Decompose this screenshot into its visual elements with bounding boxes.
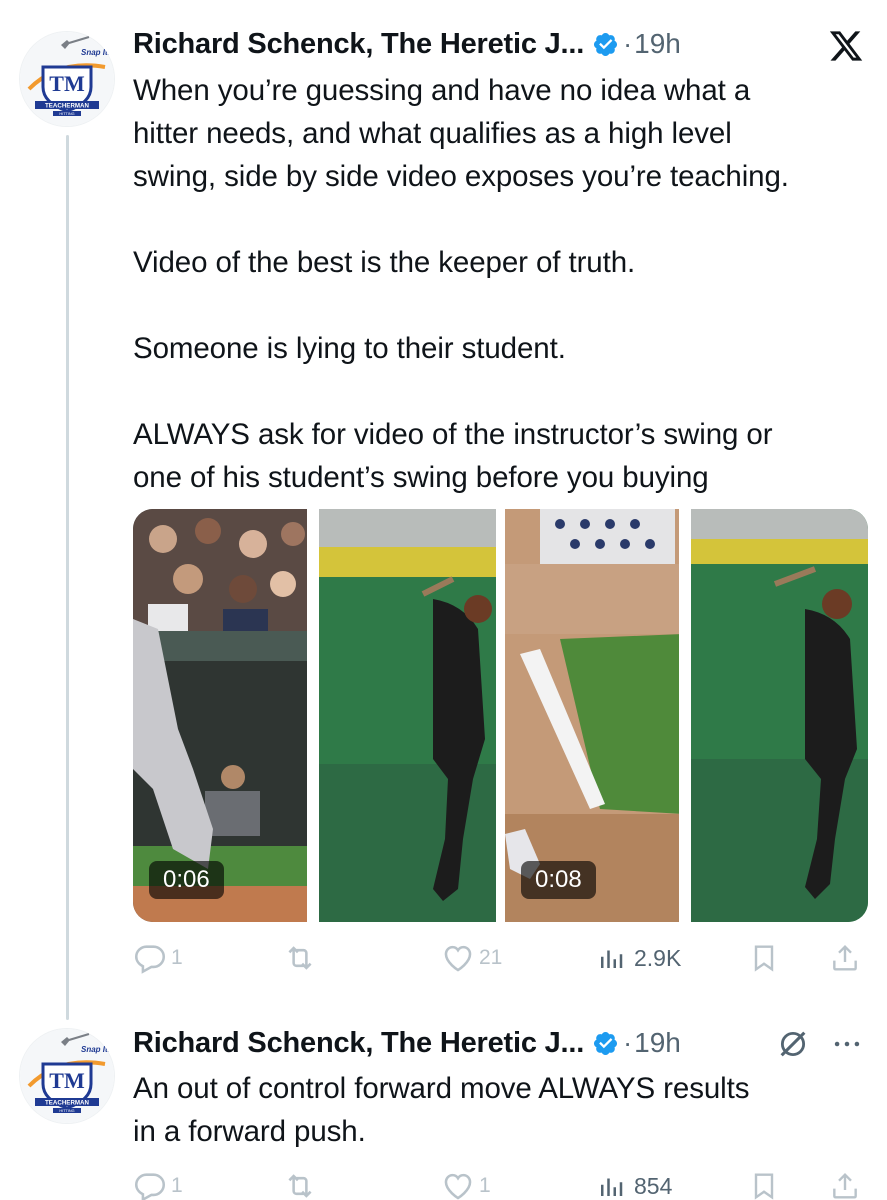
- svg-text:Snap It!: Snap It!: [81, 48, 111, 57]
- tweet-line: ALWAYS ask for video of the instructor’s…: [133, 418, 773, 451]
- reply-button[interactable]: 1: [133, 1166, 183, 1200]
- avatar[interactable]: TM Snap It! TEACHERMAN HITTING: [19, 1028, 115, 1124]
- svg-text:Snap It!: Snap It!: [81, 1045, 111, 1054]
- avatar[interactable]: TM Snap It! TEACHERMAN HITTING: [19, 31, 115, 127]
- heart-icon: [444, 1173, 472, 1200]
- tweet-body: When you’re guessing and have no idea wh…: [133, 69, 873, 499]
- video-player[interactable]: 0:08: [505, 509, 868, 922]
- tweet-body: An out of control forward move ALWAYS re…: [133, 1067, 873, 1153]
- tweet-actions: 1 1 854: [133, 1166, 868, 1200]
- thread-connector-line: [66, 135, 69, 1020]
- tweet-line: An out of control forward move ALWAYS re…: [133, 1072, 750, 1105]
- bookmark-button[interactable]: [748, 938, 780, 978]
- analytics-icon: [601, 950, 623, 968]
- tweet-line: one of his student’s swing before you bu…: [133, 461, 709, 494]
- heart-icon: [444, 945, 472, 972]
- verified-badge-icon[interactable]: [592, 1030, 619, 1057]
- like-button[interactable]: 21: [441, 938, 502, 978]
- tweet-line: When you’re guessing and have no idea wh…: [133, 74, 751, 107]
- analytics-icon: [601, 1178, 623, 1196]
- svg-text:TEACHERMAN: TEACHERMAN: [45, 1100, 90, 1107]
- author-name[interactable]: Richard Schenck, The Heretic J...: [133, 28, 584, 61]
- view-count: 2.9K: [634, 944, 682, 971]
- reply-count: 1: [171, 946, 183, 969]
- verified-badge-icon[interactable]: [592, 31, 619, 58]
- teacherman-logo: TM Snap It! TEACHERMAN HITTING: [20, 32, 114, 126]
- more-options-icon[interactable]: [830, 1027, 864, 1061]
- author-name[interactable]: Richard Schenck, The Heretic J...: [133, 1027, 584, 1060]
- video-duration-badge: 0:06: [149, 861, 224, 899]
- share-icon: [833, 1172, 857, 1199]
- reply-icon: [134, 945, 166, 974]
- like-count: 1: [479, 1174, 491, 1197]
- tweet-line: in a forward push.: [133, 1115, 366, 1148]
- tweet-line: Video of the best is the keeper of truth…: [133, 246, 636, 279]
- svg-text:TEACHERMAN: TEACHERMAN: [45, 103, 90, 110]
- svg-text:TM: TM: [49, 1068, 85, 1093]
- tweet-line: hitter needs, and what qualifies as a hi…: [133, 117, 732, 150]
- svg-text:TM: TM: [49, 71, 85, 96]
- reply-button[interactable]: 1: [133, 938, 183, 978]
- retweet-icon: [288, 1174, 312, 1198]
- like-count: 21: [479, 946, 503, 969]
- retweet-button[interactable]: [283, 938, 317, 978]
- video-duration-badge: 0:08: [521, 861, 596, 899]
- share-button[interactable]: [829, 938, 861, 978]
- svg-text:HITTING: HITTING: [59, 112, 74, 116]
- svg-text:HITTING: HITTING: [59, 1109, 74, 1113]
- retweet-icon: [288, 946, 312, 970]
- share-button[interactable]: [829, 1166, 861, 1200]
- tweet-line: swing, side by side video exposes you’re…: [133, 160, 789, 193]
- views-button[interactable]: 854: [596, 1166, 672, 1200]
- separator-dot: ·: [623, 1027, 633, 1058]
- like-button[interactable]: 1: [441, 1166, 491, 1200]
- tweet-header: Richard Schenck, The Heretic J... · 19h: [133, 1021, 681, 1065]
- tweet-header: Richard Schenck, The Heretic J... · 19h: [133, 22, 681, 66]
- bookmark-icon: [754, 945, 774, 972]
- separator-dot: ·: [623, 28, 633, 59]
- x-logo-icon[interactable]: [828, 28, 864, 64]
- grok-icon[interactable]: [776, 1027, 810, 1061]
- timestamp[interactable]: 19h: [634, 1027, 681, 1059]
- views-button[interactable]: 2.9K: [596, 938, 681, 978]
- reply-icon: [134, 1173, 166, 1200]
- bookmark-icon: [754, 1173, 774, 1200]
- tweet-line: Someone is lying to their student.: [133, 332, 566, 365]
- view-count: 854: [634, 1172, 673, 1199]
- share-icon: [833, 944, 857, 971]
- retweet-button[interactable]: [283, 1166, 317, 1200]
- reply-count: 1: [171, 1174, 183, 1197]
- timestamp[interactable]: 19h: [634, 28, 681, 60]
- tweet-actions: 1 21 2.9K: [133, 938, 868, 978]
- teacherman-logo: TM Snap It! TEACHERMAN HITTING: [20, 1029, 114, 1123]
- media-grid: 0:06 0:08: [133, 509, 868, 922]
- bookmark-button[interactable]: [748, 1166, 780, 1200]
- video-player[interactable]: 0:06: [133, 509, 496, 922]
